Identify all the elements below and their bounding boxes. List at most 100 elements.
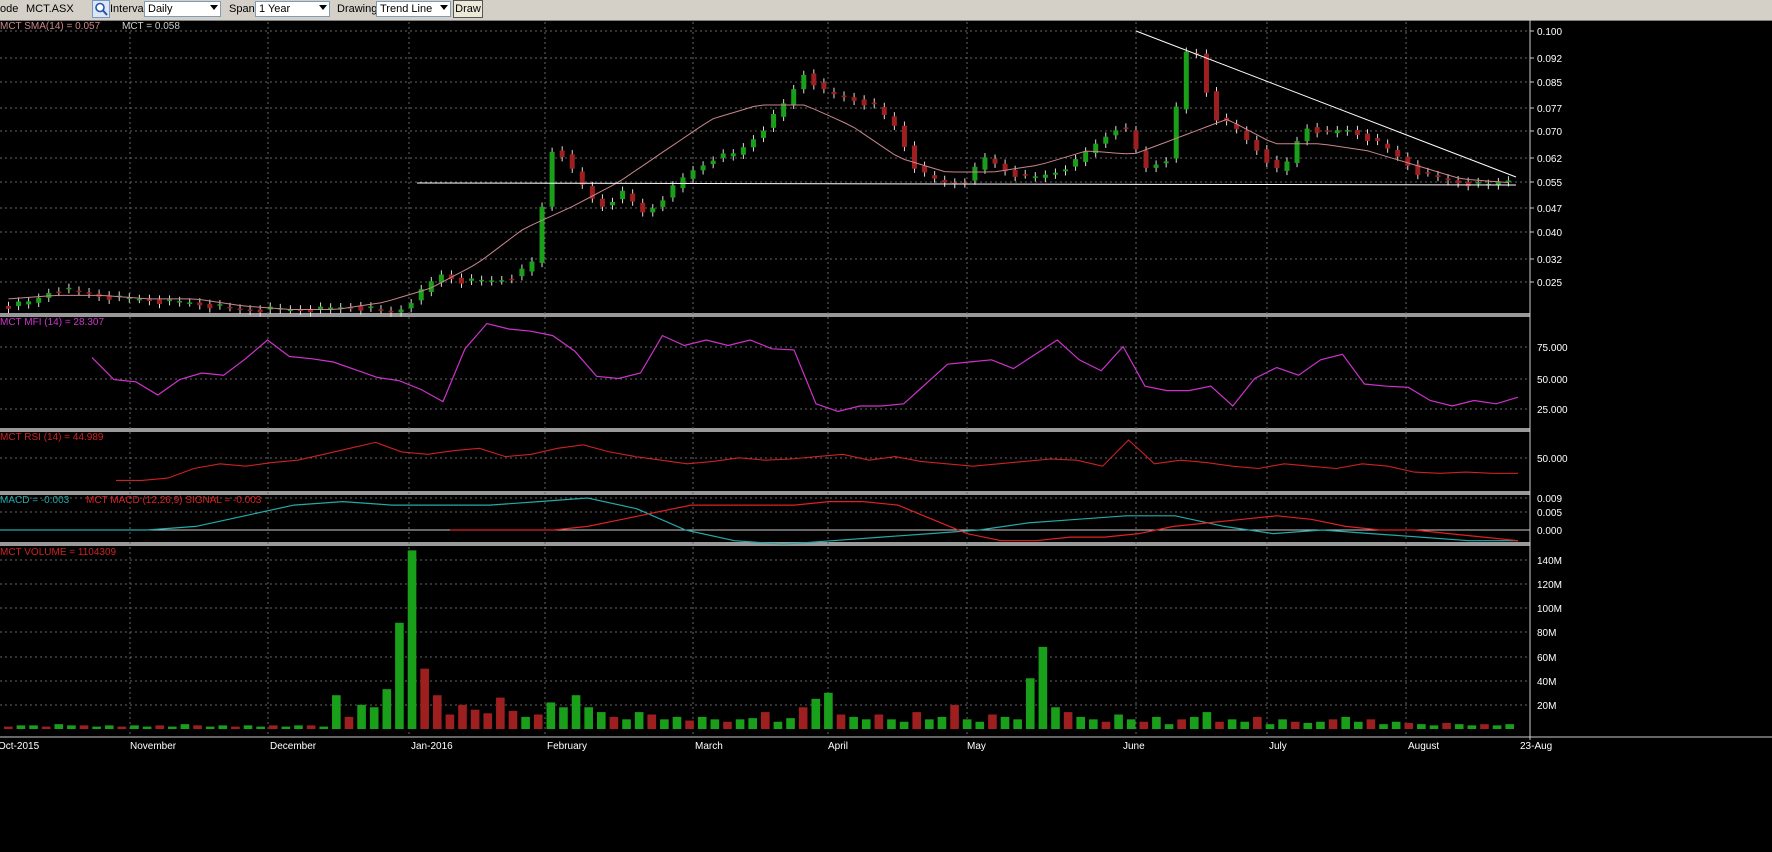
candle-body (499, 280, 505, 282)
candle-body (599, 198, 605, 207)
volume-bar (130, 725, 139, 729)
rsi-panel[interactable] (116, 439, 1518, 481)
toolbar: ode MCT.ASX Interval Daily Span 1 Year D… (0, 0, 1772, 21)
candle-body (1244, 130, 1250, 140)
volume-bar (1101, 721, 1111, 729)
span-select[interactable]: 1 Year (255, 1, 330, 17)
volume-bar (1505, 724, 1514, 729)
volume-bar (420, 668, 429, 729)
candle-body (1042, 174, 1048, 178)
month-label: December (270, 741, 317, 752)
volume-bar (634, 712, 644, 729)
candle-body (16, 301, 22, 306)
candle-body (801, 74, 807, 90)
volume-bar (142, 726, 152, 729)
candle-body (479, 279, 485, 282)
candle-body (136, 298, 142, 301)
volume-bar (1290, 721, 1300, 729)
volume-bar (521, 716, 530, 729)
interval-select[interactable]: Daily (144, 1, 221, 17)
rsi-tick-label: 50.000 (1537, 454, 1568, 465)
volume-tick-label: 20M (1537, 701, 1556, 712)
volume-bar (496, 697, 505, 729)
volume-bar (1404, 722, 1414, 729)
macd-legend: MACD = -0.003 (0, 495, 70, 506)
volume-bar (874, 714, 884, 729)
volume-bar (735, 719, 745, 729)
volume-bar (1215, 721, 1224, 729)
span-value: 1 Year (259, 3, 291, 15)
volume-bar (445, 714, 455, 729)
volume-bar (912, 712, 922, 729)
volume-bar (382, 689, 392, 729)
chevron-down-icon (440, 5, 448, 10)
volume-bar (1316, 721, 1325, 729)
drawing-select[interactable]: Trend Line (376, 1, 451, 17)
volume-bar (231, 726, 240, 729)
candle-body (1153, 164, 1159, 168)
volume-bar (988, 714, 997, 729)
month-label: 23-Aug (1520, 741, 1552, 752)
volume-bar (1164, 724, 1174, 729)
candle-body (771, 114, 777, 128)
candle-body (660, 200, 666, 207)
volume-bar (622, 719, 631, 729)
rsi-line (116, 439, 1518, 481)
volume-bar (104, 725, 114, 729)
candle-body (1505, 180, 1511, 183)
candle-body (740, 147, 746, 155)
price-tick-label: 0.092 (1537, 54, 1562, 65)
candle-body (1375, 138, 1381, 141)
candle-body (982, 157, 988, 170)
candle-body (519, 268, 525, 277)
volume-bar (1492, 725, 1502, 729)
candle-body (1214, 91, 1219, 121)
volume-bar (824, 692, 833, 729)
draw-button[interactable]: Draw (453, 0, 483, 18)
volume-bar (218, 725, 228, 729)
candle-body (6, 305, 11, 309)
candle-body (529, 261, 535, 272)
volume-bar (1467, 725, 1477, 729)
candle-body (1143, 150, 1149, 168)
panel-separator (0, 313, 1530, 317)
candle-body (167, 299, 173, 302)
candle-body (811, 73, 817, 86)
month-label: November (130, 741, 177, 752)
candle-body (489, 280, 495, 282)
candle-body (710, 160, 716, 165)
candle-body (720, 153, 726, 158)
code-field[interactable]: MCT.ASX (26, 3, 74, 15)
volume-bar (319, 726, 329, 729)
volume-bar (660, 719, 669, 729)
candle-body (257, 309, 263, 313)
volume-bar (1328, 719, 1338, 729)
candle-body (690, 170, 696, 179)
candle-body (650, 208, 656, 213)
candle-body (912, 145, 917, 169)
volume-bar (1025, 678, 1035, 729)
search-icon[interactable] (92, 0, 110, 18)
month-label: Oct-2015 (0, 741, 40, 752)
macd-tick-label: 0.000 (1537, 526, 1562, 537)
sma-line (8, 104, 1509, 310)
candle-body (1103, 136, 1109, 144)
price-panel[interactable] (6, 30, 1517, 317)
code-label: ode (0, 3, 19, 15)
candle-body (610, 201, 615, 206)
volume-bar (1417, 724, 1426, 729)
volume-bar (1076, 716, 1086, 729)
macd-tick-label: 0.009 (1537, 494, 1562, 505)
price-tick-label: 0.062 (1537, 154, 1562, 165)
mfi-panel[interactable] (91, 322, 1519, 413)
candle-body (559, 150, 565, 158)
candle-body (509, 278, 515, 281)
volume-panel[interactable] (4, 550, 1514, 729)
mfi-tick-label: 50.000 (1537, 375, 1568, 386)
candle-body (922, 165, 928, 173)
volume-bar (533, 714, 543, 729)
candle-body (1334, 130, 1340, 134)
volume-legend: MCT VOLUME = 1104309 (0, 547, 117, 558)
candle-body (1274, 159, 1280, 169)
volume-bar (1051, 707, 1060, 729)
